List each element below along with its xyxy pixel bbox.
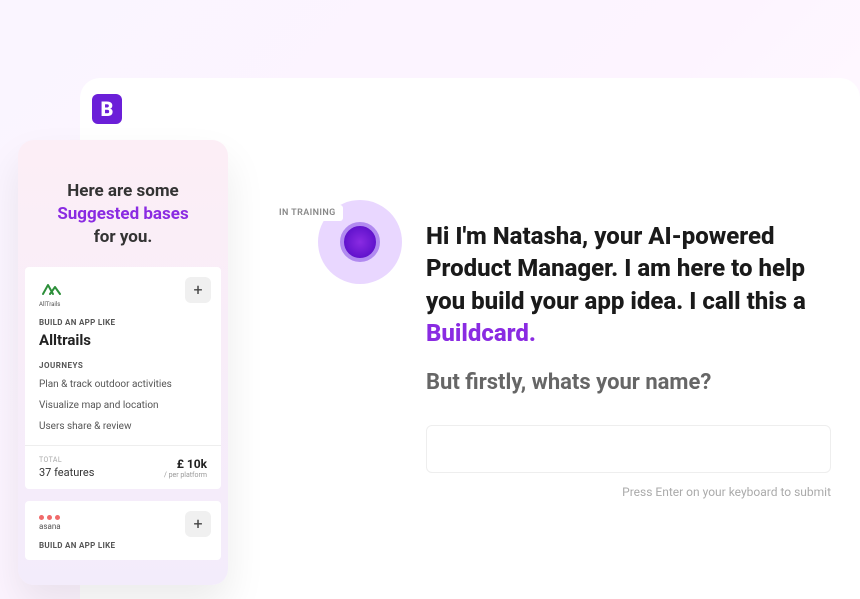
name-question: But firstly, whats your name?: [426, 370, 826, 395]
base-card-alltrails[interactable]: AllTrails + BUILD AN APP LIKE Alltrails …: [25, 267, 221, 489]
greeting-text: Hi I'm Natasha, your AI-powered Product …: [426, 220, 826, 350]
greeting-highlight: Buildcard.: [426, 319, 536, 347]
base-footer: TOTAL 37 features £ 10k / per platform: [25, 445, 221, 489]
sidebar-heading: Here are some Suggested bases for you.: [18, 180, 228, 267]
base-kicker: BUILD AN APP LIKE: [39, 318, 207, 327]
base-title: Alltrails: [39, 331, 207, 349]
base-feature: Users share & review: [39, 420, 207, 433]
heading-highlight: Suggested bases: [57, 204, 188, 224]
brand-logo: B: [92, 94, 122, 124]
base-feature: Visualize map and location: [39, 399, 207, 412]
base-kicker: BUILD AN APP LIKE: [39, 541, 207, 550]
suggested-bases-panel: Here are some Suggested bases for you. A…: [18, 140, 228, 585]
asana-icon: [39, 515, 207, 520]
add-base-button[interactable]: +: [185, 511, 211, 537]
base-card-asana[interactable]: asana + BUILD AN APP LIKE: [25, 501, 221, 560]
base-feature: Plan & track outdoor activities: [39, 378, 207, 391]
alltrails-icon: [39, 282, 63, 296]
greeting-prefix: Hi I'm Natasha, your AI-powered Product …: [426, 222, 806, 315]
in-training-badge: IN TRAINING: [272, 205, 343, 221]
base-icon-label: asana: [39, 522, 207, 531]
name-input[interactable]: [426, 425, 831, 473]
features-count: 37 features: [39, 466, 94, 479]
total-label: TOTAL: [39, 456, 94, 464]
heading-line3: for you.: [94, 227, 153, 247]
ai-avatar-core: [340, 222, 380, 262]
add-base-button[interactable]: +: [185, 277, 211, 303]
heading-line1: Here are some: [67, 181, 178, 201]
base-price-sub: / per platform: [164, 471, 207, 479]
base-price: £ 10k: [164, 457, 207, 471]
submit-hint: Press Enter on your keyboard to submit: [426, 485, 831, 499]
base-subkicker: JOURNEYS: [39, 361, 207, 370]
base-icon-label: AllTrails: [39, 301, 207, 308]
